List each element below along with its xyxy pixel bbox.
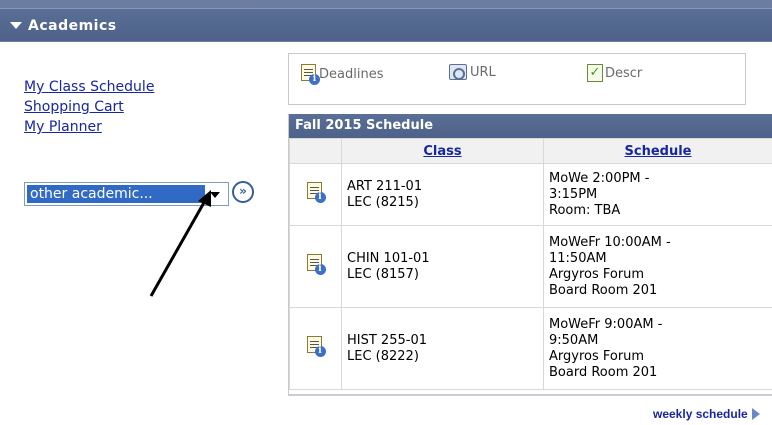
schedule-line: Argyros Forum	[549, 266, 645, 282]
triangle-down-icon[interactable]	[10, 22, 22, 29]
schedule-panel: Fall 2015 Schedule Class Schedule i ART …	[288, 114, 772, 396]
url-icon	[449, 64, 467, 80]
schedule-column-header[interactable]: Schedule	[543, 138, 772, 164]
icon-cell: i	[289, 163, 342, 226]
legend-descr-label: Descr	[605, 65, 643, 81]
class-component: LEC (8215)	[347, 194, 419, 210]
class-section: HIST 255-01	[347, 332, 427, 348]
weekly-schedule-label: weekly schedule	[653, 407, 748, 421]
my-class-schedule-link[interactable]: My Class Schedule	[24, 77, 154, 97]
class-section: ART 211-01	[347, 178, 423, 194]
schedule-line: MoWeFr 9:00AM -	[549, 316, 663, 332]
academics-links: My Class Schedule Shopping Cart My Plann…	[24, 77, 154, 137]
header-title: Academics	[28, 18, 117, 34]
deadline-calendar-icon[interactable]: i	[306, 336, 326, 357]
table-row: i ART 211-01 LEC (8215) MoWe 2:00PM - 3:…	[289, 163, 772, 226]
header-bar[interactable]: Academics	[0, 8, 772, 41]
schedule-table: Class Schedule i ART 211-01 LEC (8215) M…	[289, 138, 772, 390]
schedule-line: Argyros Forum	[549, 348, 645, 364]
icon-cell: i	[289, 225, 342, 308]
class-cell: ART 211-01 LEC (8215)	[341, 163, 544, 226]
table-row: i CHIN 101-01 LEC (8157) MoWeFr 10:00AM …	[289, 225, 772, 308]
legend-descr: ✓ Descr	[587, 64, 642, 82]
class-component: LEC (8222)	[347, 348, 419, 364]
schedule-line: MoWe 2:00PM -	[549, 170, 650, 186]
schedule-line: Board Room 201	[549, 282, 658, 298]
deadline-calendar-icon[interactable]: i	[306, 254, 326, 275]
schedule-title: Fall 2015 Schedule	[289, 114, 772, 138]
weekly-schedule-link[interactable]: weekly schedule	[653, 407, 760, 421]
schedule-line: Board Room 201	[549, 364, 658, 380]
legend-url-label: URL	[470, 64, 496, 80]
descr-check-icon: ✓	[587, 64, 603, 82]
legend-url: URL	[449, 64, 496, 80]
go-button[interactable]: »	[232, 181, 254, 203]
icon-column-header	[289, 138, 342, 164]
deadline-calendar-icon: i	[301, 64, 320, 85]
table-row: i HIST 255-01 LEC (8222) MoWeFr 9:00AM -…	[289, 307, 772, 390]
class-section: CHIN 101-01	[347, 250, 430, 266]
legend-deadlines: i Deadlines	[301, 64, 384, 85]
class-cell: CHIN 101-01 LEC (8157)	[341, 225, 544, 308]
deadline-calendar-icon[interactable]: i	[306, 182, 326, 203]
schedule-line: 3:15PM	[549, 186, 598, 202]
double-chevron-right-icon: »	[239, 184, 247, 198]
class-cell: HIST 255-01 LEC (8222)	[341, 307, 544, 390]
class-component: LEC (8157)	[347, 266, 419, 282]
schedule-cell: MoWeFr 10:00AM - 11:50AM Argyros Forum B…	[543, 225, 772, 308]
my-planner-link[interactable]: My Planner	[24, 117, 154, 137]
schedule-line: Room: TBA	[549, 202, 621, 218]
schedule-cell: MoWe 2:00PM - 3:15PM Room: TBA	[543, 163, 772, 226]
schedule-line: 9:50AM	[549, 332, 599, 348]
icon-cell: i	[289, 307, 342, 390]
academics-header: Academics	[0, 0, 772, 42]
annotation-arrow	[149, 190, 211, 297]
legend-deadlines-label: Deadlines	[319, 66, 384, 82]
class-column-header[interactable]: Class	[341, 138, 544, 164]
arrow-right-icon	[751, 408, 760, 420]
shopping-cart-link[interactable]: Shopping Cart	[24, 97, 154, 117]
table-header-row: Class Schedule	[289, 138, 772, 164]
icon-legend: i Deadlines URL ✓ Descr	[288, 53, 746, 105]
schedule-cell: MoWeFr 9:00AM - 9:50AM Argyros Forum Boa…	[543, 307, 772, 390]
schedule-line: 11:50AM	[549, 250, 607, 266]
schedule-line: MoWeFr 10:00AM -	[549, 234, 671, 250]
